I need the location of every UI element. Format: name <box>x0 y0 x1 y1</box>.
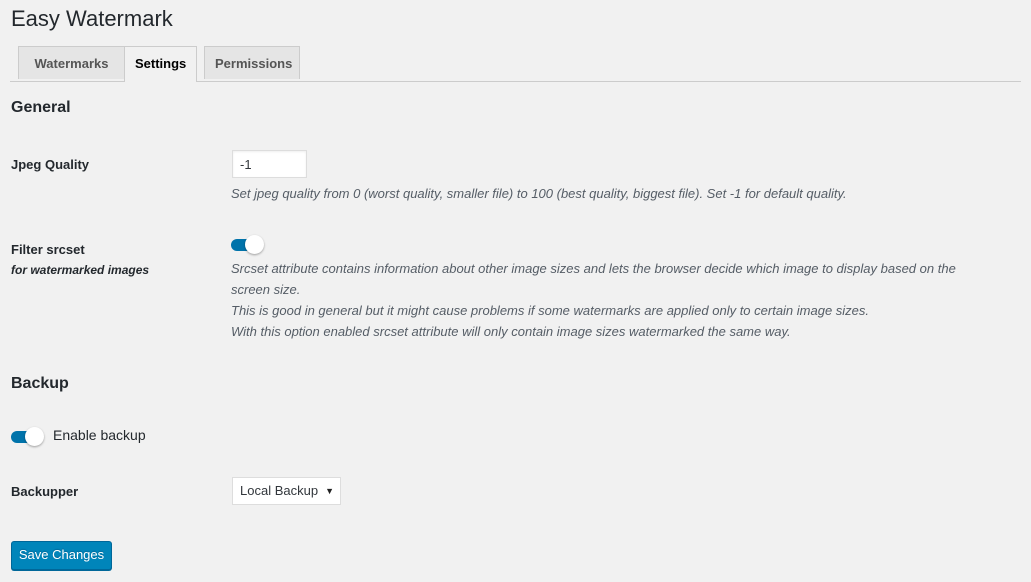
page-title: Easy Watermark <box>11 6 173 31</box>
toggle-knob <box>245 235 264 254</box>
filter-srcset-toggle[interactable] <box>231 235 264 254</box>
description-line: screen size. <box>231 282 301 297</box>
enable-backup-label[interactable]: Enable backup <box>53 427 146 443</box>
section-title-general: General <box>11 99 71 116</box>
description-line: Srcset attribute contains information ab… <box>231 261 956 276</box>
tab-watermarks[interactable]: Watermarks <box>18 46 125 79</box>
enable-backup-toggle[interactable] <box>11 427 44 446</box>
backupper-label: Backupper <box>11 484 79 499</box>
jpeg-quality-input[interactable] <box>232 150 307 178</box>
section-title-backup: Backup <box>11 375 69 392</box>
description-line: This is good in general but it might cau… <box>231 303 870 318</box>
save-changes-button[interactable]: Save Changes <box>11 541 112 570</box>
dropdown-arrow-icon: ▼ <box>325 486 334 496</box>
filter-srcset-label: Filter srcset <box>11 242 85 257</box>
toggle-knob <box>25 427 44 446</box>
filter-srcset-description: Srcset attribute contains information ab… <box>231 258 956 342</box>
filter-srcset-sublabel: for watermarked images <box>11 263 150 277</box>
tab-bar: Watermarks Settings Permissions <box>10 46 1021 82</box>
backupper-selected-value: Local Backup <box>240 483 319 498</box>
jpeg-quality-description: Set jpeg quality from 0 (worst quality, … <box>231 186 847 201</box>
backupper-select[interactable]: Local Backup ▼ <box>232 477 341 505</box>
description-line: With this option enabled srcset attribut… <box>231 324 791 339</box>
jpeg-quality-label: Jpeg Quality <box>11 157 90 172</box>
tab-settings[interactable]: Settings <box>124 46 197 82</box>
tab-permissions[interactable]: Permissions <box>204 46 300 79</box>
